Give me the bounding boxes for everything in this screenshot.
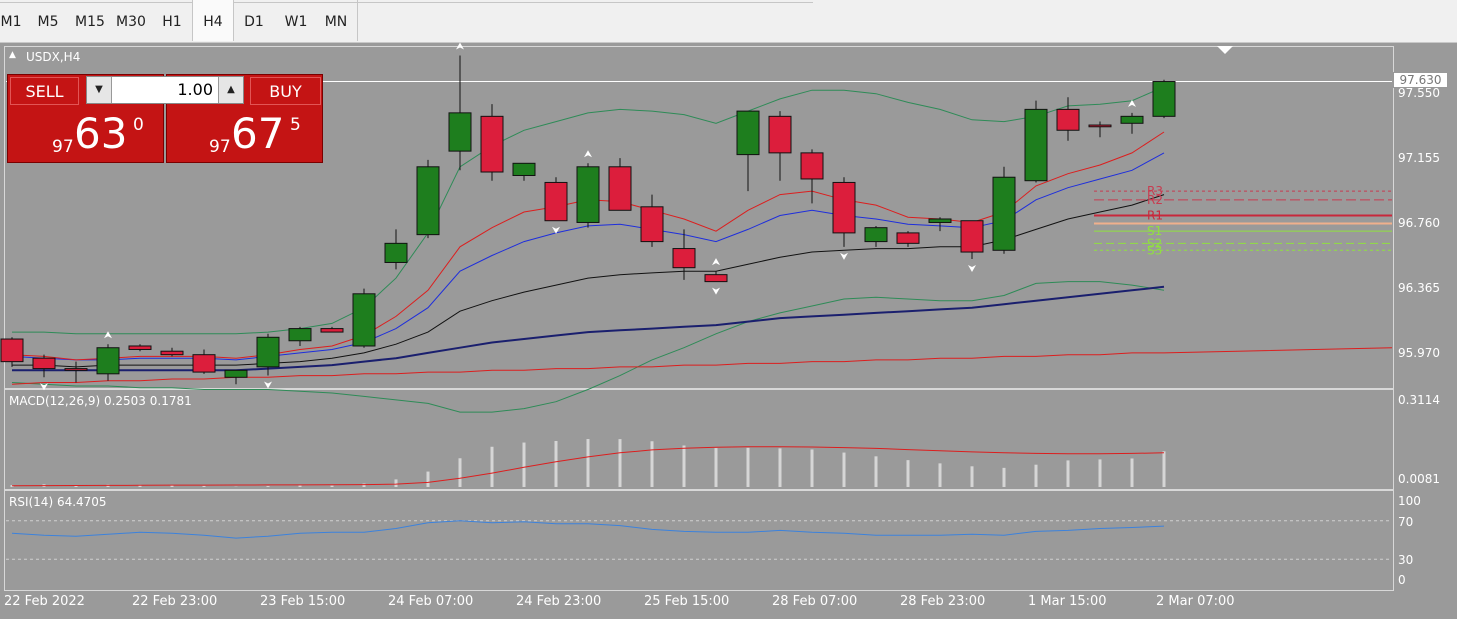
- time-axis-label: 28 Feb 07:00: [772, 594, 858, 609]
- macd-axis-label: 0.0081: [1398, 472, 1440, 486]
- sell-price-prefix: 97: [52, 137, 74, 157]
- time-axis-label: 24 Feb 07:00: [388, 594, 474, 609]
- candle-body: [448, 112, 472, 152]
- candle-body: [288, 328, 312, 342]
- candle-body: [896, 232, 920, 244]
- rsi-label: RSI(14) 64.4705: [9, 495, 107, 509]
- candle-body: [160, 350, 184, 356]
- time-axis-label: 25 Feb 15:00: [644, 594, 730, 609]
- fractal-up-icon: [456, 42, 464, 50]
- fractal-up-icon: [104, 331, 112, 339]
- lot-decrease-icon[interactable]: ▼: [87, 77, 112, 103]
- price-axis-label: 95.970: [1398, 346, 1440, 360]
- time-axis-label: 24 Feb 23:00: [516, 594, 602, 609]
- candle-body: [576, 166, 600, 223]
- sell-button[interactable]: SELL: [10, 77, 79, 105]
- pivot-label-r2: R2: [1147, 193, 1163, 207]
- candle-body: [768, 115, 792, 154]
- candle-body: [0, 338, 24, 363]
- candle-body: [352, 293, 376, 347]
- candle-body: [704, 274, 728, 283]
- candle-body: [128, 345, 152, 350]
- ma-long-red-line: [11, 347, 1393, 385]
- candle-body: [640, 206, 664, 243]
- macd-axis-label: 0.3114: [1398, 393, 1440, 407]
- candle-body: [256, 336, 280, 368]
- bollinger-lower-line: [11, 281, 1165, 413]
- candle-body: [800, 152, 824, 180]
- fractal-down-icon: [264, 381, 272, 389]
- candle-body: [480, 115, 504, 173]
- candle-body: [1088, 124, 1112, 128]
- rsi-axis-label: 70: [1398, 515, 1414, 529]
- time-axis-label: 22 Feb 23:00: [132, 594, 218, 609]
- buy-price-main: 67: [231, 109, 285, 158]
- fractal-down-icon: [712, 287, 720, 295]
- candle-body: [224, 369, 248, 378]
- time-axis-label: 28 Feb 23:00: [900, 594, 986, 609]
- price-axis-label: 96.760: [1398, 216, 1440, 230]
- candle-body: [544, 181, 568, 222]
- price-axis-label: 97.550: [1398, 86, 1440, 100]
- macd-label: MACD(12,26,9) 0.2503 0.1781: [9, 394, 192, 408]
- pivot-label-s3: S3: [1147, 243, 1162, 257]
- candle-body: [320, 328, 344, 333]
- time-axis-label: 2 Mar 07:00: [1156, 594, 1235, 609]
- candle-body: [960, 220, 984, 253]
- candle-body: [416, 166, 440, 236]
- symbol-label: USDX,H4: [26, 50, 81, 64]
- fractal-down-icon: [840, 252, 848, 260]
- one-click-trade-panel: SELL 97 63 0 BUY 97 67 5 ▼ 1.00 ▲: [7, 74, 323, 163]
- rsi-axis-label: 30: [1398, 553, 1414, 567]
- buy-button[interactable]: BUY: [250, 77, 321, 105]
- rsi-axis-label: 0: [1398, 573, 1406, 587]
- buy-price-prefix: 97: [209, 137, 231, 157]
- price-axis-label: 96.365: [1398, 281, 1440, 295]
- candle-body: [1056, 108, 1080, 131]
- lot-size-value: 1.00: [177, 80, 213, 99]
- candle-body: [928, 218, 952, 223]
- fractal-up-icon: [712, 258, 720, 266]
- candle-body: [832, 181, 856, 234]
- candle-body: [32, 357, 56, 370]
- pivot-label-r1: R1: [1147, 209, 1163, 223]
- candle-body: [1120, 115, 1144, 124]
- time-axis-label: 23 Feb 15:00: [260, 594, 346, 609]
- candle-body: [672, 248, 696, 269]
- rsi-axis-label: 100: [1398, 494, 1421, 508]
- candle-body: [96, 347, 120, 375]
- sell-price-main: 63: [74, 109, 128, 158]
- fractal-up-icon: [584, 150, 592, 158]
- buy-price-sup: 5: [290, 115, 301, 135]
- candle-body: [992, 176, 1016, 251]
- candle-body: [192, 354, 216, 373]
- collapse-icon[interactable]: ▲: [9, 50, 16, 60]
- sell-price-sup: 0: [133, 115, 144, 135]
- candle-body: [512, 162, 536, 176]
- lot-size-input[interactable]: ▼ 1.00 ▲: [86, 76, 244, 104]
- candle-body: [1024, 108, 1048, 182]
- lot-increase-icon[interactable]: ▲: [218, 77, 243, 103]
- candle-body: [608, 166, 632, 211]
- candle-body: [864, 227, 888, 243]
- candle-body: [64, 368, 88, 371]
- rsi-line: [11, 520, 1165, 539]
- candle-body: [1152, 81, 1176, 117]
- candle-body: [384, 242, 408, 263]
- fractal-down-icon: [968, 264, 976, 272]
- candle-body: [736, 110, 760, 156]
- time-axis-label: 1 Mar 15:00: [1028, 594, 1107, 609]
- chart-shift-marker-icon: [1217, 46, 1233, 54]
- price-axis-label: 97.155: [1398, 151, 1440, 165]
- time-axis-label: 22 Feb 2022: [4, 594, 85, 609]
